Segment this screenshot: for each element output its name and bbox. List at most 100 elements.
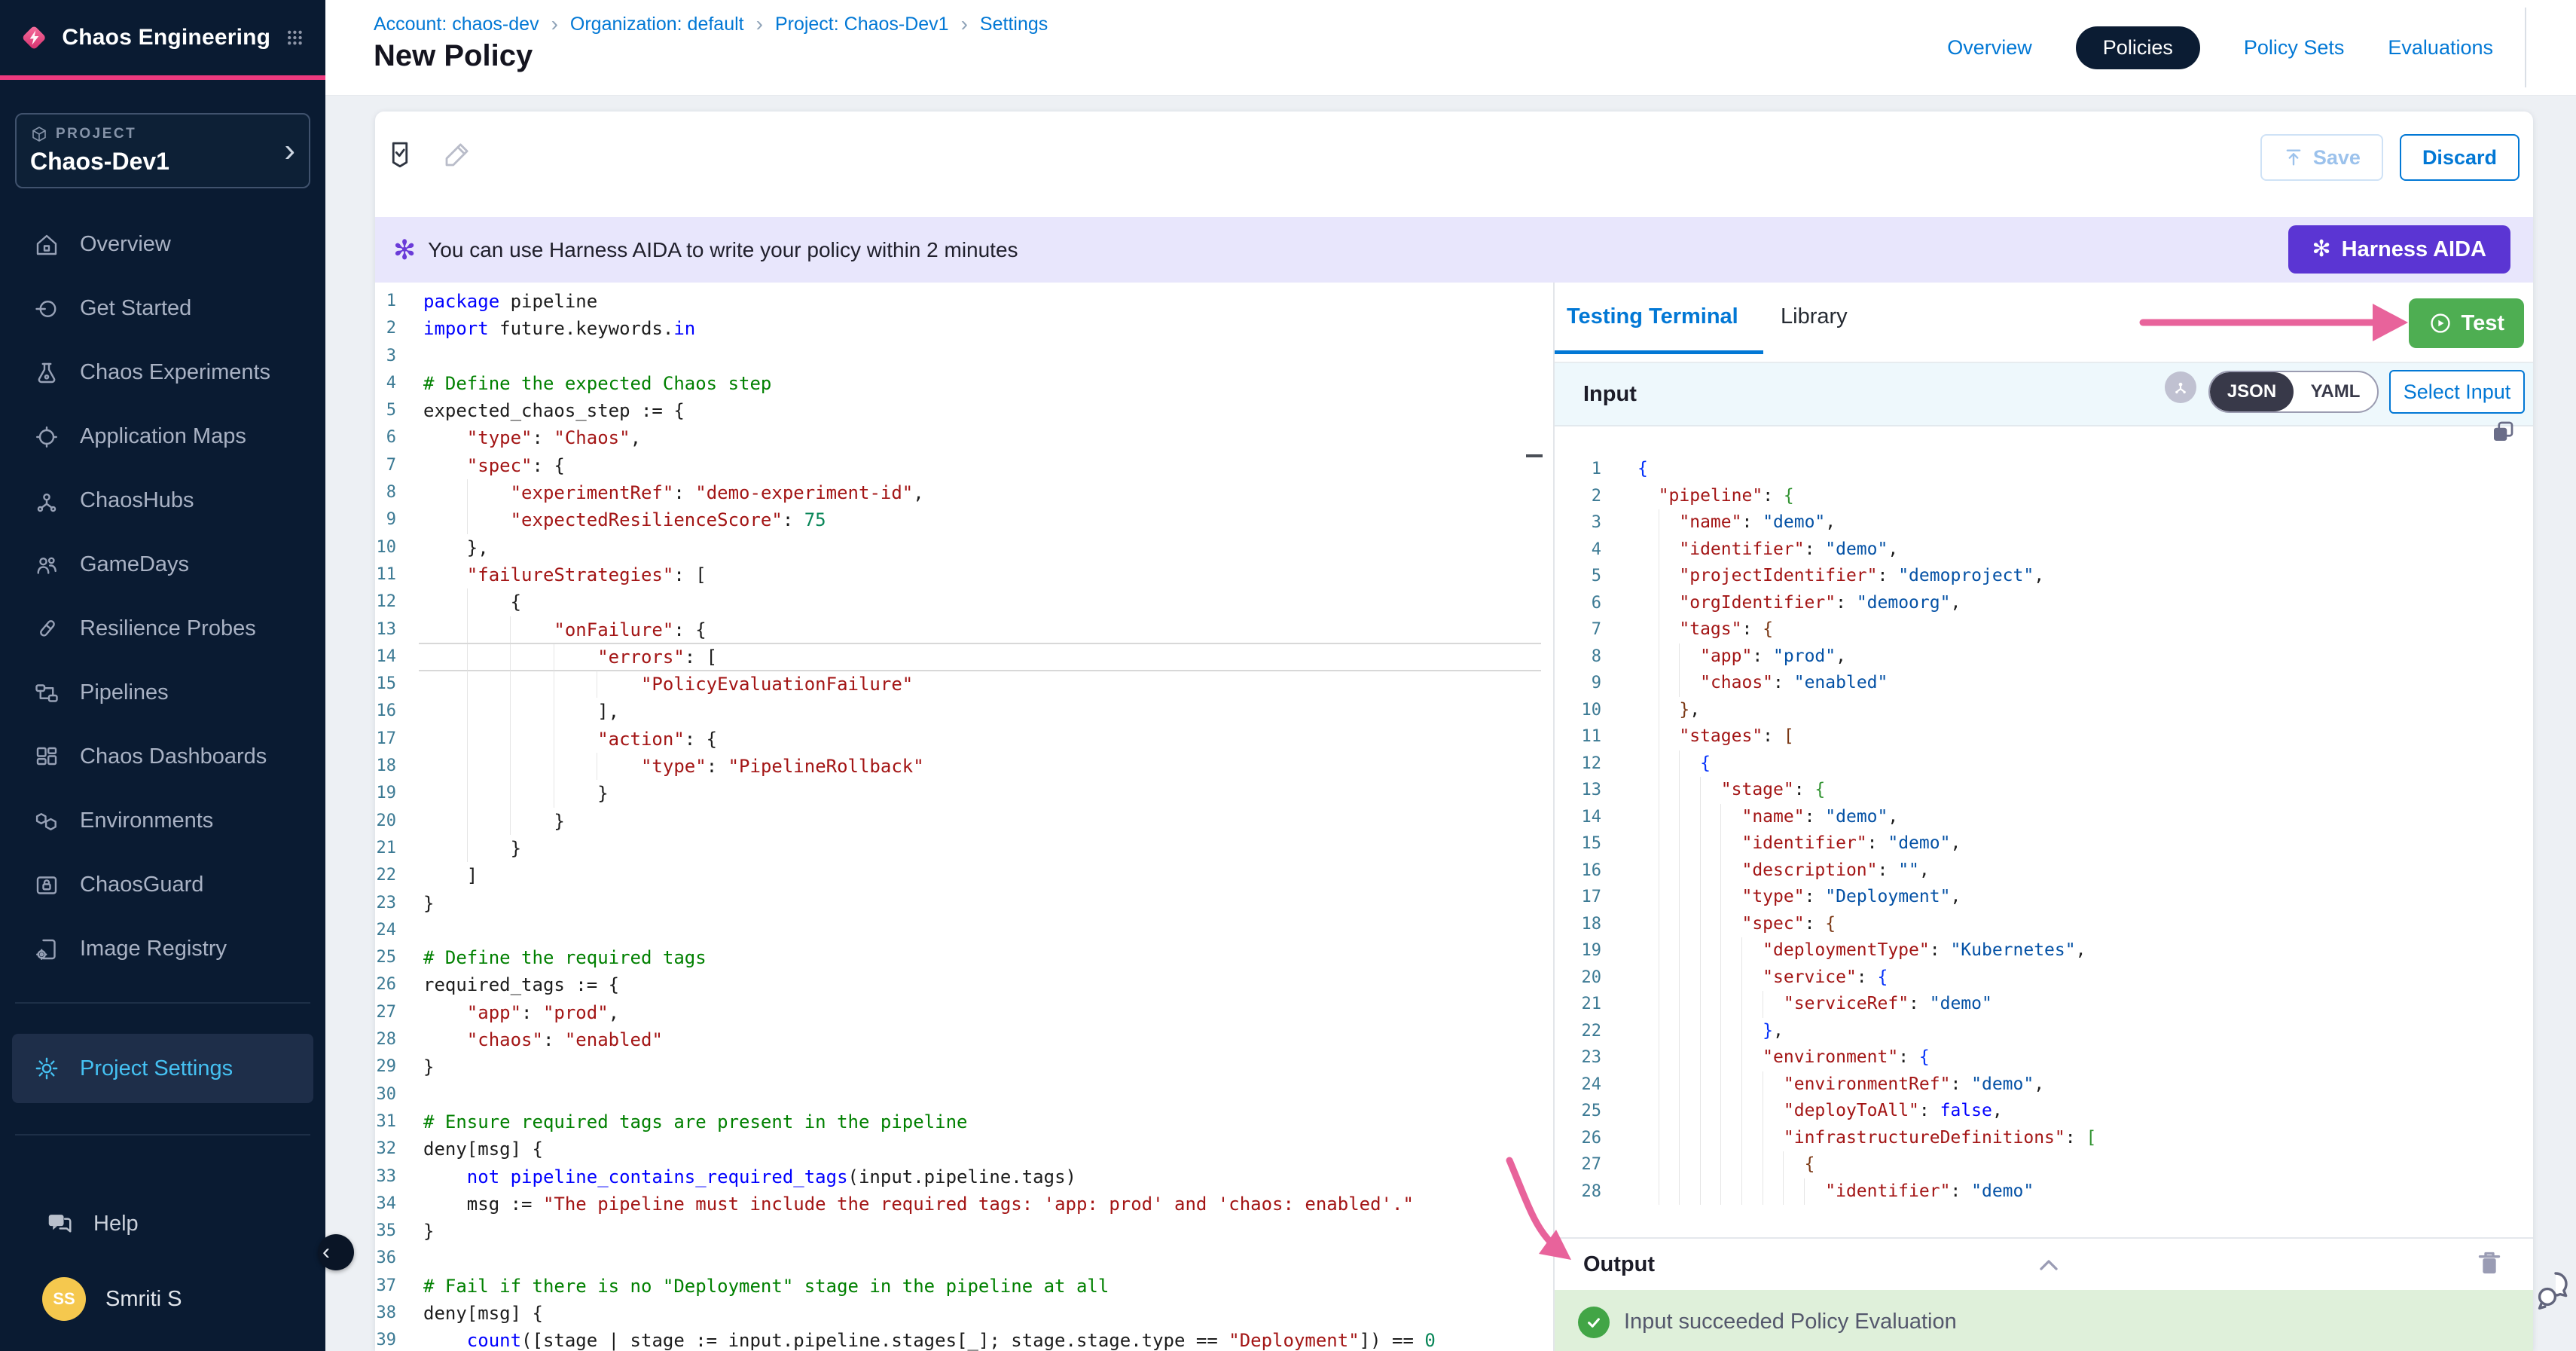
code-line: 14 "name": "demo", <box>1555 804 2533 831</box>
output-success-banner: Input succeeded Policy Evaluation <box>1555 1290 2533 1351</box>
app-window: Chaos Engineering PROJECT Chaos-Dev1 › <box>0 0 2576 1351</box>
discard-button[interactable]: Discard <box>2400 134 2520 181</box>
code-line: 21 } <box>375 835 1553 862</box>
code-line: 16 ], <box>375 698 1553 725</box>
test-button[interactable]: Test <box>2409 298 2524 348</box>
output-header: Output <box>1555 1237 2533 1290</box>
sidebar-item-project-settings[interactable]: Project Settings <box>12 1034 313 1103</box>
sidebar-item-environments[interactable]: Environments <box>0 789 325 853</box>
select-input-label: Select Input <box>2404 381 2511 404</box>
code-line: 23 "environment": { <box>1555 1044 2533 1071</box>
input-json-editor[interactable]: 1{2 "pipeline": {3 "name": "demo",4 "ide… <box>1555 426 2533 1237</box>
sidebar-item-image-registry[interactable]: Image Registry <box>0 917 325 981</box>
pipelines-icon <box>33 680 60 707</box>
code-line: 21 "serviceRef": "demo" <box>1555 991 2533 1018</box>
sidebar-item-chaoshubs[interactable]: ChaosHubs <box>0 469 325 533</box>
testing-terminal-panel: Testing Terminal Library Test Input <box>1555 283 2533 1351</box>
sidebar-item-chaos-dashboards[interactable]: Chaos Dashboards <box>0 725 325 789</box>
collapse-arrow-icon: ‹ <box>322 1239 330 1265</box>
sidebar-item-chaos-experiments[interactable]: Chaos Experiments <box>0 341 325 405</box>
edit-pencil-icon[interactable] <box>441 139 473 170</box>
sidebar-item-label: Pipelines <box>80 680 169 705</box>
breadcrumb: Account: chaos-dev › Organization: defau… <box>374 12 1048 36</box>
help-label: Help <box>93 1212 139 1236</box>
chevron-up-icon[interactable] <box>2034 1250 2064 1280</box>
cube-icon <box>30 125 48 143</box>
code-line: 19 "deploymentType": "Kubernetes", <box>1555 937 2533 964</box>
support-chat-icon[interactable] <box>2534 1269 2573 1316</box>
brand-header: Chaos Engineering <box>0 0 325 80</box>
help-button[interactable]: Help <box>0 1190 325 1258</box>
sidebar-nav: Overview Get Started Chaos Experiments A… <box>0 212 325 981</box>
harness-aida-button[interactable]: ✻ Harness AIDA <box>2288 225 2510 274</box>
tab-policies[interactable]: Policies <box>2076 26 2200 69</box>
code-line: 11 "stages": [ <box>1555 723 2533 750</box>
discard-label: Discard <box>2422 146 2497 170</box>
sidebar-item-overview[interactable]: Overview <box>0 212 325 277</box>
aida-flower-icon: ✻ <box>393 237 416 264</box>
sidebar-item-label: Overview <box>80 232 171 257</box>
code-line: 5 "projectIdentifier": "demoproject", <box>1555 563 2533 590</box>
policy-check-icon[interactable] <box>384 139 416 170</box>
input-source-icon[interactable] <box>2165 371 2196 403</box>
code-line: 15 "PolicyEvaluationFailure" <box>375 671 1553 698</box>
code-line: 24 "environmentRef": "demo", <box>1555 1071 2533 1099</box>
editors-region: 1package pipeline2import future.keywords… <box>375 283 2533 1351</box>
code-line: 15 "identifier": "demo", <box>1555 830 2533 857</box>
sidebar-item-pipelines[interactable]: Pipelines <box>0 661 325 725</box>
code-line: 38deny[msg] { <box>375 1300 1553 1327</box>
code-line: 36 <box>375 1245 1553 1272</box>
breadcrumb-project[interactable]: Project: Chaos-Dev1 <box>775 14 949 35</box>
module-switcher-grid-icon[interactable] <box>284 22 306 53</box>
sidebar-item-application-maps[interactable]: Application Maps <box>0 405 325 469</box>
sidebar-item-gamedays[interactable]: GameDays <box>0 533 325 597</box>
sidebar-item-chaosguard[interactable]: ChaosGuard <box>0 853 325 917</box>
tab-testing-terminal[interactable]: Testing Terminal <box>1567 283 1738 350</box>
breadcrumb-organization[interactable]: Organization: default <box>570 14 744 35</box>
trash-icon[interactable] <box>2474 1248 2504 1278</box>
code-line: 13 "stage": { <box>1555 777 2533 804</box>
user-menu[interactable]: SS Smriti S <box>0 1258 325 1351</box>
sidebar-collapse-handle[interactable]: ‹ <box>318 1234 354 1270</box>
code-line: 29} <box>375 1053 1553 1080</box>
code-line: 2 "pipeline": { <box>1555 483 2533 510</box>
aida-button-label: Harness AIDA <box>2342 237 2486 262</box>
code-line: 26 "infrastructureDefinitions": [ <box>1555 1125 2533 1152</box>
code-line: 33 not pipeline_contains_required_tags(i… <box>375 1163 1553 1191</box>
code-line: 8 "app": "prod", <box>1555 643 2533 671</box>
sidebar-item-label: Environments <box>80 808 213 833</box>
tab-overview[interactable]: Overview <box>1947 36 2032 60</box>
copy-icon[interactable] <box>2489 418 2516 445</box>
tab-evaluations[interactable]: Evaluations <box>2388 36 2493 60</box>
chevron-right-icon: › <box>284 134 295 167</box>
code-line: 14 "errors": [ <box>375 643 1553 671</box>
aida-flower-icon: ✻ <box>2312 236 2331 263</box>
policy-code-editor[interactable]: 1package pipeline2import future.keywords… <box>375 283 1553 1351</box>
project-name: Chaos-Dev1 <box>30 148 295 176</box>
save-button[interactable]: Save <box>2260 134 2383 181</box>
sidebar-item-resilience-probes[interactable]: Resilience Probes <box>0 597 325 661</box>
project-label: PROJECT <box>56 126 136 142</box>
code-line: 9 "chaos": "enabled" <box>1555 670 2533 697</box>
page-title: New Policy <box>374 39 533 73</box>
header-divider <box>2525 8 2526 87</box>
help-chat-icon <box>45 1209 74 1238</box>
breadcrumb-settings[interactable]: Settings <box>980 14 1048 35</box>
toggle-yaml[interactable]: YAML <box>2294 372 2377 411</box>
json-yaml-toggle[interactable]: JSON YAML <box>2208 371 2379 413</box>
tab-policy-sets[interactable]: Policy Sets <box>2244 36 2345 60</box>
sidebar-item-get-started[interactable]: Get Started <box>0 277 325 341</box>
breadcrumb-account[interactable]: Account: chaos-dev <box>374 14 539 35</box>
code-line: 20 "service": { <box>1555 964 2533 992</box>
hexagons-icon <box>33 808 60 835</box>
code-line: 11 "failureStrategies": [ <box>375 561 1553 588</box>
code-line: 24 <box>375 917 1553 944</box>
select-input-button[interactable]: Select Input <box>2389 370 2525 414</box>
tab-library[interactable]: Library <box>1781 283 1848 350</box>
project-selector[interactable]: PROJECT Chaos-Dev1 › <box>15 113 310 188</box>
sidebar-bottom: Help SS Smriti S <box>0 1190 325 1351</box>
probe-icon <box>33 616 60 643</box>
upload-icon <box>2283 147 2304 168</box>
toggle-json[interactable]: JSON <box>2210 372 2294 411</box>
code-line: 7 "tags": { <box>1555 616 2533 643</box>
